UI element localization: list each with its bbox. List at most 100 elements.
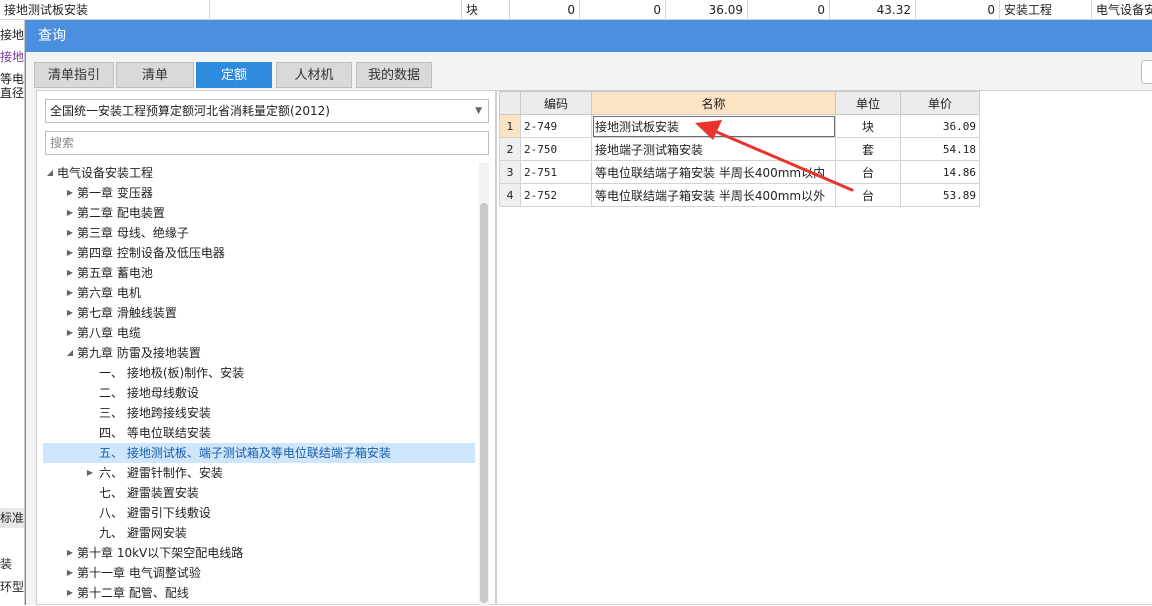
- tree-node-label: 五、 接地测试板、端子测试箱及等电位联结端子箱安装: [99, 446, 391, 460]
- tab-quota[interactable]: 定额: [196, 62, 272, 88]
- price-cell[interactable]: 14.86: [900, 160, 980, 184]
- tree-collapsed-icon[interactable]: ▶: [65, 563, 75, 583]
- bg-name-cell[interactable]: 接地测试板安装: [0, 0, 210, 20]
- bg-price1-cell[interactable]: 36.09: [666, 0, 748, 20]
- dropdown-arrow-icon: ▼: [475, 106, 482, 116]
- search-input[interactable]: 搜索: [45, 131, 489, 155]
- column-header-rownum[interactable]: [499, 91, 521, 115]
- tree-collapsed-icon[interactable]: ▶: [65, 183, 75, 203]
- code-cell[interactable]: 2-750: [520, 137, 592, 161]
- tree-node-label: 七、 避雷装置安装: [99, 486, 199, 500]
- tree-node[interactable]: ▶ 第八章 电缆: [43, 323, 475, 343]
- tree-node-label: 第九章 防雷及接地装置: [77, 346, 201, 360]
- price-cell[interactable]: 36.09: [900, 114, 980, 138]
- tree-node[interactable]: ▶ 第十一章 电气调整试验: [43, 563, 475, 583]
- table-body: 1 2-749 接地测试板安装块 36.09 2 2-750 接地端子测试箱安装套 54.18…: [499, 114, 980, 207]
- dropdown-value: 全国统一安装工程预算定额河北省消耗量定额(2012): [50, 104, 330, 118]
- tree-node[interactable]: ▶ 第四章 控制设备及低压电器: [43, 243, 475, 263]
- tree-collapsed-icon[interactable]: ▶: [65, 283, 75, 303]
- tree-node[interactable]: ◢ 第九章 防雷及接地装置: [43, 343, 475, 363]
- tree-collapsed-icon[interactable]: ▶: [65, 543, 75, 563]
- tree-node-label: 第十一章 电气调整试验: [77, 566, 201, 580]
- tree-node-label: 二、 接地母线敷设: [99, 386, 199, 400]
- bg-empty-cell[interactable]: [210, 0, 462, 20]
- bg-type-cell[interactable]: 电气设备安装: [1092, 0, 1152, 20]
- tree-node-label: 四、 等电位联结安装: [99, 426, 211, 440]
- tree-node[interactable]: 七、 避雷装置安装: [43, 483, 475, 503]
- bg-q3-cell[interactable]: 0: [748, 0, 830, 20]
- tree-node[interactable]: 五、 接地测试板、端子测试箱及等电位联结端子箱安装: [43, 443, 475, 463]
- tab-list-guide[interactable]: 清单指引: [34, 62, 114, 88]
- scrollbar-thumb[interactable]: [480, 203, 488, 603]
- table-row[interactable]: 4 2-752 等电位联结端子箱安装 半周长400mm以外台 53.89: [499, 183, 980, 207]
- column-header-code[interactable]: 编码: [520, 91, 592, 115]
- table-row[interactable]: 1 2-749 接地测试板安装块 36.09: [499, 114, 980, 138]
- name-cell[interactable]: 等电位联结端子箱安装 半周长400mm以外: [591, 183, 836, 207]
- column-header-name[interactable]: 名称: [591, 91, 836, 115]
- unit-cell[interactable]: 台: [835, 160, 901, 184]
- tree-node[interactable]: 四、 等电位联结安装: [43, 423, 475, 443]
- tree-scrollbar[interactable]: [479, 163, 489, 606]
- tree-node[interactable]: ◢ 电气设备安装工程: [43, 163, 475, 183]
- code-cell[interactable]: 2-752: [520, 183, 592, 207]
- name-cell[interactable]: 等电位联结端子箱安装 半周长400mm以内: [591, 160, 836, 184]
- tree-collapsed-icon[interactable]: ▶: [65, 263, 75, 283]
- row-number-cell[interactable]: 4: [499, 183, 521, 207]
- row-number-cell[interactable]: 1: [499, 114, 521, 138]
- tree-node[interactable]: ▶ 第二章 配电装置: [43, 203, 475, 223]
- bg-q4-cell[interactable]: 0: [916, 0, 1000, 20]
- tree-collapsed-icon[interactable]: ▶: [85, 463, 95, 483]
- tree-node[interactable]: ▶ 第十章 10kV以下架空配电线路: [43, 543, 475, 563]
- tree-node[interactable]: 三、 接地跨接线安装: [43, 403, 475, 423]
- side-input-box[interactable]: [1141, 60, 1152, 84]
- dialog-title[interactable]: 查询: [26, 20, 1152, 52]
- tree-node[interactable]: 九、 避雷网安装: [43, 523, 475, 543]
- tree-collapsed-icon[interactable]: ▶: [65, 583, 75, 603]
- tab-list[interactable]: 清单: [116, 62, 194, 88]
- tree-node[interactable]: ▶ 第六章 电机: [43, 283, 475, 303]
- tree-node[interactable]: 二、 接地母线敷设: [43, 383, 475, 403]
- tree-node[interactable]: ▶ 第五章 蓄电池: [43, 263, 475, 283]
- tree-node[interactable]: ▶ 六、 避雷针制作、安装: [43, 463, 475, 483]
- bg-q1-cell[interactable]: 0: [510, 0, 580, 20]
- table-row[interactable]: 2 2-750 接地端子测试箱安装套 54.18: [499, 137, 980, 161]
- background-spreadsheet-row[interactable]: 接地测试板安装 块 0 0 36.09 0 43.32 0 安装工程 电气设备安…: [0, 0, 1152, 20]
- tree-node-label: 第六章 电机: [77, 286, 141, 300]
- bg-unit-cell[interactable]: 块: [462, 0, 510, 20]
- tree-node[interactable]: ▶ 第三章 母线、绝缘子: [43, 223, 475, 243]
- tree-node[interactable]: 八、 避雷引下线敷设: [43, 503, 475, 523]
- tree-node-label: 一、 接地极(板)制作、安装: [99, 366, 245, 380]
- tab-my-data[interactable]: 我的数据: [356, 62, 432, 88]
- tree-collapsed-icon[interactable]: ▶: [65, 243, 75, 263]
- tree-node[interactable]: ▶ 第十二章 配管、配线: [43, 583, 475, 603]
- tree-expanded-icon[interactable]: ◢: [45, 163, 55, 183]
- table-row[interactable]: 3 2-751 等电位联结端子箱安装 半周长400mm以内台 14.86: [499, 160, 980, 184]
- tree-expanded-icon[interactable]: ◢: [65, 343, 75, 363]
- tab-labor-material-machine[interactable]: 人材机: [276, 62, 352, 88]
- name-cell[interactable]: 接地端子测试箱安装: [591, 137, 836, 161]
- tree-node[interactable]: 一、 接地极(板)制作、安装: [43, 363, 475, 383]
- tree-collapsed-icon[interactable]: ▶: [65, 203, 75, 223]
- tree-node[interactable]: ▶ 第一章 变压器: [43, 183, 475, 203]
- unit-cell[interactable]: 台: [835, 183, 901, 207]
- tree-node[interactable]: ▶ 第七章 滑触线装置: [43, 303, 475, 323]
- bg-price2-cell[interactable]: 43.32: [830, 0, 916, 20]
- tree-collapsed-icon[interactable]: ▶: [65, 223, 75, 243]
- column-header-unit[interactable]: 单位: [835, 91, 901, 115]
- bg-category-cell[interactable]: 安装工程: [1000, 0, 1092, 20]
- row-number-cell[interactable]: 3: [499, 160, 521, 184]
- bg-q2-cell[interactable]: 0: [580, 0, 666, 20]
- table-header-row: 编码 名称 单位 单价: [499, 91, 980, 115]
- quota-library-dropdown[interactable]: 全国统一安装工程预算定额河北省消耗量定额(2012) ▼: [45, 99, 489, 123]
- row-number-cell[interactable]: 2: [499, 137, 521, 161]
- unit-cell[interactable]: 套: [835, 137, 901, 161]
- code-cell[interactable]: 2-749: [520, 114, 592, 138]
- price-cell[interactable]: 53.89: [900, 183, 980, 207]
- name-cell[interactable]: 接地测试板安装: [591, 114, 836, 138]
- code-cell[interactable]: 2-751: [520, 160, 592, 184]
- column-header-price[interactable]: 单价: [900, 91, 980, 115]
- tree-collapsed-icon[interactable]: ▶: [65, 303, 75, 323]
- tree-collapsed-icon[interactable]: ▶: [65, 323, 75, 343]
- unit-cell[interactable]: 块: [835, 114, 901, 138]
- price-cell[interactable]: 54.18: [900, 137, 980, 161]
